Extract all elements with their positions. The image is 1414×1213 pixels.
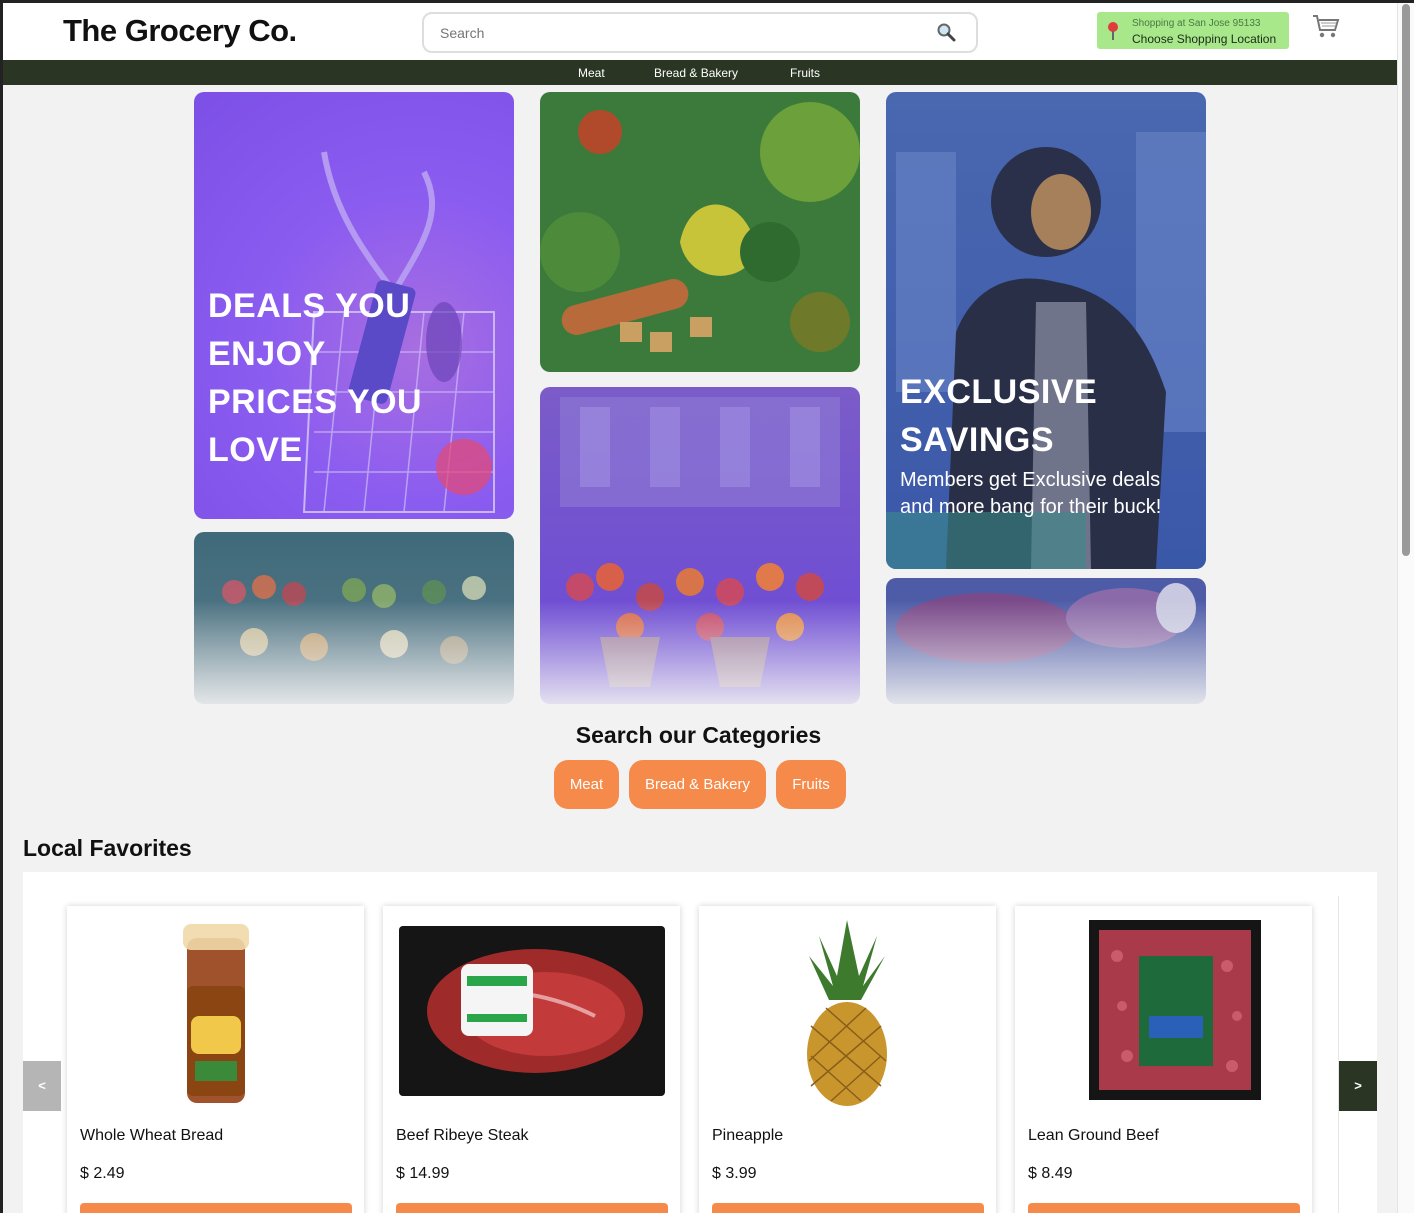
hero-fruit-market-tile[interactable] [540,387,860,704]
hero-meat-tile[interactable] [886,578,1206,704]
location-choose-label: Choose Shopping Location [1132,32,1277,46]
category-nav: Meat Bread & Bakery Fruits [3,60,1397,85]
search-input[interactable] [440,22,900,44]
carousel-prev-button[interactable]: < [23,1061,61,1111]
product-name[interactable]: Pineapple [712,1127,783,1145]
add-to-cart-button[interactable] [712,1203,984,1213]
deals-line-3: PRICES YOU [208,383,423,421]
deals-line-4: LOVE [208,431,303,469]
exclusive-line-2: SAVINGS [900,421,1055,459]
pineapple-image [807,920,887,1106]
nav-item-fruits[interactable]: Fruits [790,66,820,80]
nav-item-meat[interactable]: Meat [578,66,605,80]
hero-market-stall-tile[interactable] [194,532,514,704]
meat-image [896,583,1196,663]
deals-line-1: DEALS YOU [208,287,411,325]
header: The Grocery Co. Shopping at San Jose 951… [3,3,1397,60]
page-scrollbar[interactable] [1397,0,1414,1213]
add-to-cart-button[interactable] [80,1203,352,1213]
nav-item-bread-bakery[interactable]: Bread & Bakery [654,66,738,80]
vegetables-image [540,102,860,352]
hero-exclusive-savings-banner[interactable]: EXCLUSIVE SAVINGS Members get Exclusive … [886,92,1206,569]
shopping-location-button[interactable]: Shopping at San Jose 95133 Choose Shoppi… [1097,12,1289,49]
product-name[interactable]: Lean Ground Beef [1028,1127,1159,1145]
category-button-fruits[interactable]: Fruits [776,760,846,809]
product-price: $ 14.99 [396,1165,450,1182]
search-bar[interactable] [422,12,978,53]
product-name[interactable]: Whole Wheat Bread [80,1127,223,1145]
exclusive-sub-line-2: and more bang for their buck! [900,496,1162,518]
add-to-cart-button[interactable] [1028,1203,1300,1213]
product-card-pineapple[interactable]: Pineapple $ 3.99 [699,906,996,1213]
product-name[interactable]: Beef Ribeye Steak [396,1127,529,1145]
product-price: $ 3.99 [712,1165,757,1182]
local-favorites-title: Local Favorites [23,835,192,861]
ground-beef-image [1089,920,1261,1100]
bread-image [183,924,249,1103]
category-button-bread-bakery[interactable]: Bread & Bakery [629,760,766,809]
location-current: Shopping at San Jose 95133 [1132,18,1261,29]
hero-deals-banner[interactable]: DEALS YOU ENJOY PRICES YOU LOVE [194,92,514,519]
product-price: $ 8.49 [1028,1165,1073,1182]
add-to-cart-button[interactable] [396,1203,668,1213]
product-price: $ 2.49 [80,1165,125,1182]
deals-line-2: ENJOY [208,335,326,373]
fruit-baskets-image [560,397,840,687]
steak-image [399,926,665,1096]
produce-stall-image [222,575,486,664]
exclusive-sub-line-1: Members get Exclusive deals [900,469,1161,491]
cart-icon[interactable] [1312,13,1340,44]
logo[interactable]: The Grocery Co. [63,13,297,49]
carousel-next-button[interactable]: > [1339,1061,1377,1111]
categories-title: Search our Categories [575,722,822,748]
product-card-whole-wheat-bread[interactable]: Whole Wheat Bread $ 2.49 [67,906,364,1213]
search-icon[interactable] [936,22,956,47]
product-card-partial [1338,896,1352,1213]
product-card-lean-ground-beef[interactable]: Lean Ground Beef $ 8.49 [1015,906,1312,1213]
scrollbar-thumb[interactable] [1402,4,1410,556]
category-button-meat[interactable]: Meat [554,760,619,809]
location-pin-icon [1106,21,1120,46]
exclusive-line-1: EXCLUSIVE [900,373,1098,411]
product-card-beef-ribeye-steak[interactable]: Beef Ribeye Steak $ 14.99 [383,906,680,1213]
hero-vegetables-tile[interactable] [540,92,860,372]
